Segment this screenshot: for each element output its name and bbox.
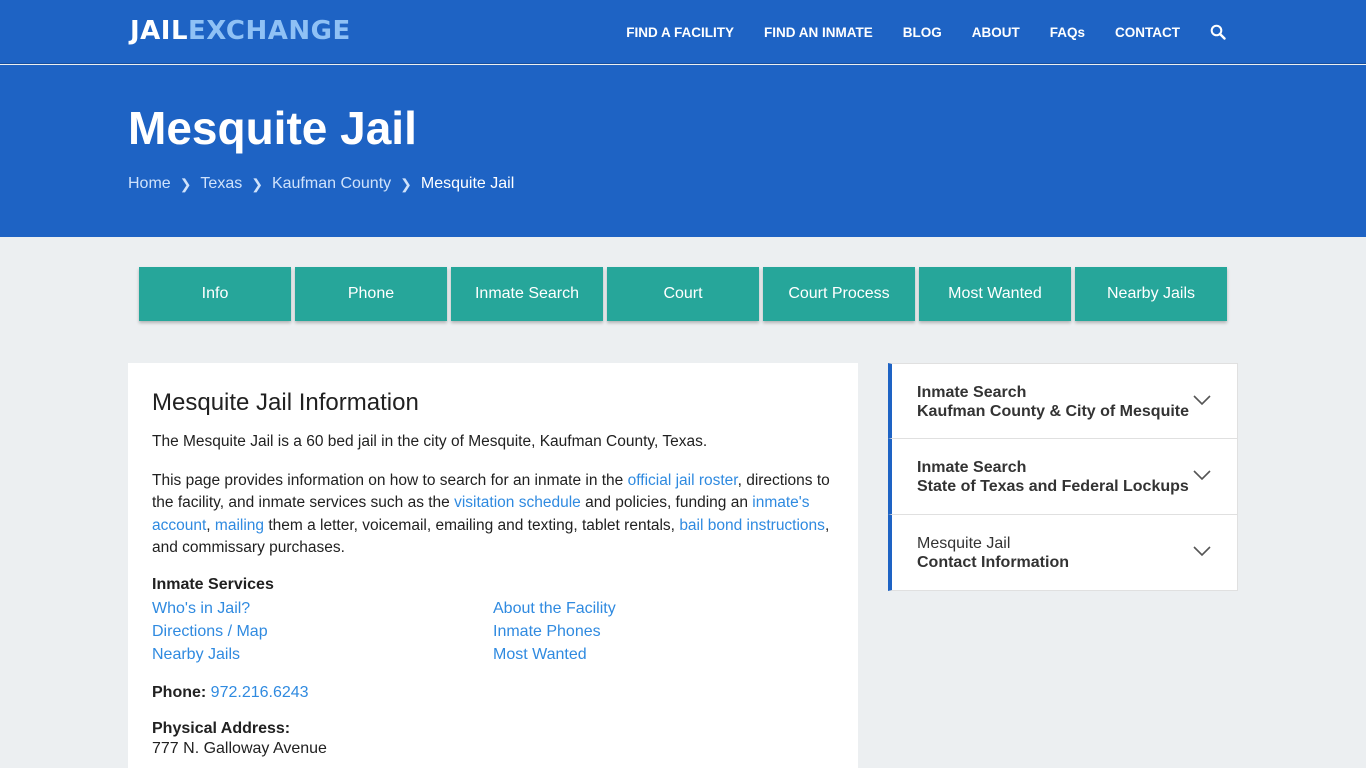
text-segment: and policies, funding an — [580, 494, 753, 511]
tab-nearby-jails[interactable]: Nearby Jails — [1075, 267, 1227, 321]
phone-row: Phone: 972.216.6243 — [152, 684, 834, 702]
service-about-the-facility[interactable]: About the Facility — [493, 600, 793, 618]
chevron-right-icon: ❯ — [251, 175, 263, 192]
address-value: 777 N. Galloway Avenue — [152, 739, 327, 757]
nav-about[interactable]: ABOUT — [972, 25, 1020, 40]
service-most-wanted[interactable]: Most Wanted — [493, 646, 793, 664]
top-navbar: JAILEXCHANGE FIND A FACILITY FIND AN INM… — [0, 0, 1366, 64]
breadcrumb-texas[interactable]: Texas — [200, 175, 242, 193]
address-block: Physical Address: 777 N. Galloway Avenue — [152, 720, 834, 758]
breadcrumb-home[interactable]: Home — [128, 175, 171, 193]
breadcrumb-current: Mesquite Jail — [420, 175, 515, 192]
accordion-subtitle: Kaufman County & City of Mesquite — [917, 403, 1190, 420]
bail-bond-instructions-link[interactable]: bail bond instructions — [679, 517, 825, 534]
tab-court-process[interactable]: Court Process — [763, 267, 915, 321]
site-logo[interactable]: JAILEXCHANGE — [130, 16, 351, 46]
inmate-services-title: Inmate Services — [152, 575, 274, 593]
text-segment: , — [206, 516, 215, 534]
breadcrumb: Home ❯ Texas ❯ Kaufman County ❯ Mesquite… — [128, 175, 514, 193]
tab-phone[interactable]: Phone — [295, 267, 447, 321]
official-jail-roster-link[interactable]: official jail roster — [628, 472, 738, 489]
nav-blog[interactable]: BLOG — [903, 25, 942, 40]
accordion-inmate-search-state[interactable]: Inmate Search State of Texas and Federal… — [888, 439, 1238, 515]
accordion-subtitle: State of Texas and Federal Lockups — [917, 478, 1189, 495]
accordion-inmate-search-kaufman[interactable]: Inmate Search Kaufman County & City of M… — [888, 363, 1238, 439]
accordion-title: Inmate Search — [917, 459, 1027, 476]
accordion-subtitle: Contact Information — [917, 554, 1069, 571]
tab-most-wanted[interactable]: Most Wanted — [919, 267, 1071, 321]
sidebar-accordion: Inmate Search Kaufman County & City of M… — [888, 363, 1238, 591]
address-label: Physical Address: — [152, 719, 291, 737]
nav-contact[interactable]: CONTACT — [1115, 25, 1180, 40]
main-nav: FIND A FACILITY FIND AN INMATE BLOG ABOU… — [596, 0, 1226, 64]
text-segment: This page provides information on how to… — [152, 471, 628, 489]
page-title: Mesquite Jail — [128, 102, 417, 154]
accordion-title: Inmate Search — [917, 384, 1027, 401]
phone-number-link[interactable]: 972.216.6243 — [211, 684, 309, 701]
text-segment: them a letter, voicemail, emailing and t… — [264, 516, 680, 534]
tab-info[interactable]: Info — [139, 267, 291, 321]
logo-part-1: JAIL — [130, 16, 189, 46]
chevron-down-icon — [1193, 546, 1211, 557]
info-card: Mesquite Jail Information The Mesquite J… — [128, 363, 858, 768]
nav-find-a-facility[interactable]: FIND A FACILITY — [626, 25, 734, 40]
logo-part-2: EXCHANGE — [188, 16, 351, 46]
service-directions-map[interactable]: Directions / Map — [152, 623, 493, 641]
chevron-right-icon: ❯ — [400, 175, 412, 192]
tab-inmate-search[interactable]: Inmate Search — [451, 267, 603, 321]
search-icon[interactable] — [1210, 24, 1226, 40]
hero-banner: Mesquite Jail Home ❯ Texas ❯ Kaufman Cou… — [0, 65, 1366, 237]
mailing-link[interactable]: mailing — [215, 517, 264, 534]
chevron-down-icon — [1193, 470, 1211, 481]
nav-faqs[interactable]: FAQs — [1050, 25, 1085, 40]
tab-court[interactable]: Court — [607, 267, 759, 321]
service-nearby-jails[interactable]: Nearby Jails — [152, 646, 493, 664]
description-paragraph: This page provides information on how to… — [152, 470, 834, 560]
chevron-right-icon: ❯ — [179, 175, 192, 192]
chevron-down-icon — [1193, 395, 1211, 406]
accordion-contact-information[interactable]: Mesquite Jail Contact Information — [888, 515, 1238, 591]
breadcrumb-kaufman-county[interactable]: Kaufman County — [272, 175, 391, 193]
intro-text: The Mesquite Jail is a 60 bed jail in th… — [152, 433, 708, 450]
nav-find-an-inmate[interactable]: FIND AN INMATE — [764, 25, 873, 40]
accordion-title: Mesquite Jail — [917, 535, 1011, 552]
visitation-schedule-link[interactable]: visitation schedule — [454, 494, 581, 511]
phone-label: Phone: — [152, 683, 207, 701]
info-heading: Mesquite Jail Information — [152, 389, 419, 416]
service-whos-in-jail[interactable]: Who's in Jail? — [152, 600, 493, 618]
inmate-services-list: Who's in Jail? About the Facility Direct… — [152, 600, 834, 664]
service-inmate-phones[interactable]: Inmate Phones — [493, 623, 793, 641]
section-tabs: Info Phone Inmate Search Court Court Pro… — [139, 267, 1231, 321]
